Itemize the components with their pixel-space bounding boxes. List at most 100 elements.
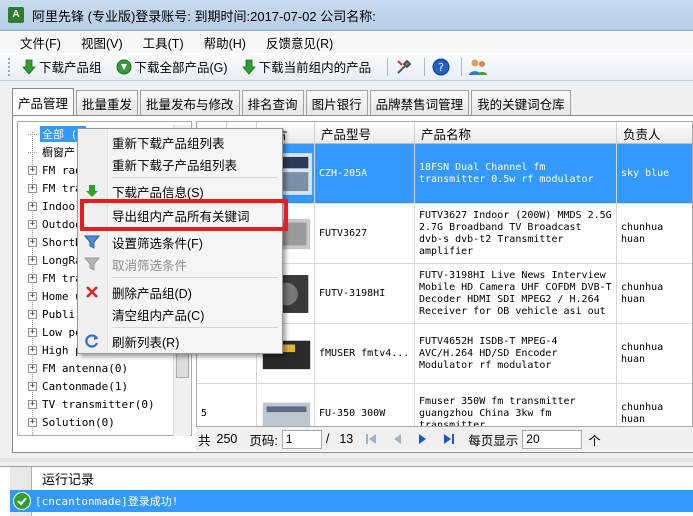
tree-node[interactable]: + Cantonmade(1) — [18, 377, 130, 395]
menu-item-label: 取消筛选条件 — [112, 258, 188, 273]
app-icon: A — [8, 7, 24, 23]
product-name: FUTV-3198HI Live News Interview Mobile H… — [415, 264, 617, 323]
menu-item-set-filter[interactable]: 设置筛选条件(F) — [80, 232, 280, 252]
expand-icon[interactable]: + — [28, 399, 37, 409]
tools-button[interactable] — [394, 57, 414, 77]
expand-icon[interactable]: + — [28, 381, 37, 391]
tab-batch-repost[interactable]: 批量重发 — [76, 90, 139, 116]
menu-item-cancel-filter[interactable]: 取消筛选条件 — [80, 254, 280, 274]
filter-off-icon — [84, 257, 100, 271]
expand-icon[interactable]: + — [28, 327, 37, 337]
toolbar-separator — [387, 57, 389, 76]
tree-node[interactable]: 橱窗产 — [18, 143, 77, 161]
tree-node[interactable]: + Home u — [18, 287, 84, 305]
tab-brand-banned-words[interactable]: 品牌禁售词管理 — [369, 90, 470, 116]
tree-node[interactable]: + FM tra — [18, 269, 84, 287]
toolbar-separator — [424, 57, 426, 76]
menu-feedback[interactable]: 反馈意见(R) — [256, 31, 343, 54]
expand-icon[interactable]: + — [28, 363, 37, 373]
tab-keyword-warehouse[interactable]: 我的关键词仓库 — [471, 90, 571, 116]
menu-item-redownload-groups[interactable]: 重新下载产品组列表 — [80, 132, 280, 152]
expand-icon[interactable]: + — [28, 309, 37, 319]
menu-tools[interactable]: 工具(T) — [133, 31, 194, 54]
expand-icon[interactable]: + — [28, 183, 37, 193]
download-group-label: 下载产品组 — [39, 61, 102, 75]
tree-node[interactable]: + TV transmitter(0) — [18, 395, 157, 413]
expand-icon[interactable]: + — [28, 255, 37, 265]
expand-icon[interactable]: + — [28, 165, 37, 175]
tree-node[interactable]: + FM tra — [18, 179, 84, 197]
tree-node[interactable]: + Outdoo — [18, 215, 84, 233]
tree-scrollbar-thumb[interactable] — [176, 350, 189, 378]
tree-node[interactable]: + FM antenna(0) — [18, 359, 130, 377]
tree-node-label: TV transmitter(0) — [42, 397, 155, 411]
tree-node[interactable]: + Low po — [18, 323, 84, 341]
product-model: FUTV3627 — [315, 204, 415, 263]
menu-item-delete-group[interactable]: 删除产品组(D) — [80, 282, 280, 302]
last-page-button[interactable] — [441, 431, 457, 447]
download-current-button[interactable]: 下载当前组内的产品 — [238, 55, 376, 78]
prev-page-icon — [394, 434, 402, 444]
tab-product-management[interactable]: 产品管理 — [12, 88, 75, 116]
tree-node[interactable]: 全部 (2 — [18, 125, 86, 143]
tree-node-label: Solution(0) — [42, 415, 115, 429]
expand-icon[interactable]: + — [28, 291, 37, 301]
menu-bar: 文件(F) 视图(V) 工具(T) 帮助(H) 反馈意见(R) — [0, 31, 693, 53]
tree-node[interactable]: + Publi — [18, 305, 77, 323]
prev-page-button[interactable] — [389, 431, 405, 447]
download-arrow-icon — [86, 185, 98, 197]
download-arrow-icon — [22, 59, 36, 75]
menu-item-download-product-info[interactable]: 下载产品信息(S) — [80, 181, 280, 201]
product-model: FU-350 300W — [315, 384, 415, 426]
menu-item-refresh-list[interactable]: 刷新列表(R) — [80, 331, 280, 351]
tab-ranking-query[interactable]: 排名查询 — [241, 90, 304, 116]
download-all-button[interactable]: 下载全部产品(G) — [112, 55, 232, 78]
help-icon: ? — [432, 58, 450, 75]
column-header[interactable]: 产品型号 — [315, 122, 415, 144]
download-all-label: 下载全部产品(G) — [134, 61, 228, 75]
total-prefix: 共 — [198, 433, 211, 448]
total-count: 250 — [216, 432, 238, 446]
expand-icon[interactable]: + — [28, 417, 37, 427]
menu-view[interactable]: 视图(V) — [71, 31, 133, 54]
help-button[interactable]: ? — [431, 57, 451, 77]
menu-item-clear-group[interactable]: 清空组内产品(C) — [80, 304, 280, 324]
download-group-button[interactable]: 下载产品组 — [18, 55, 106, 78]
tab-strip: 产品管理 批量重发 批量发布与修改 排名查询 图片银行 品牌禁售词管理 我的关键… — [12, 88, 573, 116]
tools-icon — [397, 59, 412, 74]
first-page-button[interactable] — [363, 431, 379, 447]
success-check-icon — [13, 492, 31, 510]
menu-item-label: 重新下载子产品组列表 — [112, 158, 238, 173]
tree-node[interactable]: + Indoor — [18, 197, 84, 215]
tab-batch-publish-edit[interactable]: 批量发布与修改 — [140, 90, 240, 116]
log-entry[interactable]: [cncantonmade]登录成功! — [10, 490, 693, 512]
menu-item-redownload-subgroups[interactable]: 重新下载子产品组列表 — [80, 154, 280, 174]
tree-node[interactable]: + LongRa — [18, 251, 84, 269]
menu-file[interactable]: 文件(F) — [10, 31, 71, 54]
menu-item-label: 刷新列表(R) — [112, 335, 180, 350]
expand-icon[interactable]: + — [28, 237, 37, 247]
tree-node[interactable]: + High p — [18, 341, 84, 359]
panel-splitter[interactable] — [0, 458, 693, 462]
product-name: 18FSN Dual Channel fm transmitter 0.5w r… — [415, 144, 617, 203]
column-header[interactable]: 产品名称 — [415, 122, 617, 144]
users-icon — [469, 59, 488, 75]
expand-icon[interactable]: + — [28, 219, 37, 229]
per-page-input[interactable]: 20 — [522, 429, 583, 449]
page-input[interactable]: 1 — [281, 429, 322, 449]
menu-help[interactable]: 帮助(H) — [194, 31, 256, 54]
expand-icon[interactable]: + — [28, 201, 37, 211]
tree-node[interactable]: + Solution(0) — [18, 413, 117, 431]
table-row[interactable]: 5 FU-350 300W Fmuser 350W fm transmitter… — [197, 384, 692, 426]
product-owner: sky blue — [617, 144, 692, 203]
product-name: FUTV3627 Indoor (200W) MMDS 2.5G 2.7G Br… — [415, 204, 617, 263]
expand-icon[interactable]: + — [28, 345, 37, 355]
expand-icon[interactable]: + — [28, 273, 37, 283]
next-page-button[interactable] — [415, 431, 431, 447]
toolbar-grip[interactable] — [8, 57, 12, 76]
account-button[interactable] — [468, 57, 488, 77]
tree-node[interactable]: + FM rad — [18, 161, 84, 179]
tab-image-bank[interactable]: 图片银行 — [305, 90, 368, 116]
column-header[interactable]: 负责人 — [617, 122, 692, 144]
tree-node[interactable]: + ShortR — [18, 233, 84, 251]
